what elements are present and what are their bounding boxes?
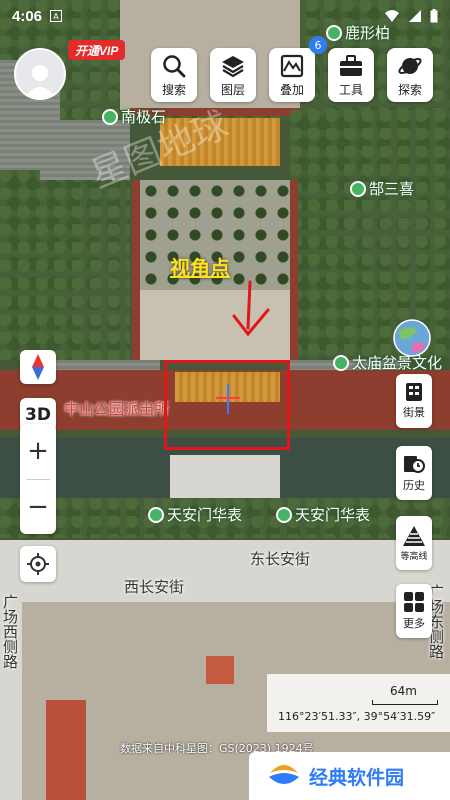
zoom-control: + − xyxy=(20,424,56,534)
tools-label: 工具 xyxy=(338,82,363,97)
zoom-in-button[interactable]: + xyxy=(20,424,56,479)
viewpoint-annotation: 视角点 xyxy=(170,256,230,280)
layers-icon xyxy=(222,55,244,77)
poi-huabiao-east[interactable]: 天安门华表 xyxy=(276,504,370,525)
history-label: 历史 xyxy=(403,479,425,492)
globe-icon[interactable] xyxy=(392,318,432,358)
zoom-out-button[interactable]: − xyxy=(20,480,56,535)
poi-label: 天安门华表 xyxy=(167,506,243,524)
road-label-square-west: 广场西侧路 xyxy=(1,594,19,669)
status-time: 4:06 xyxy=(12,7,43,25)
layers-button[interactable]: 图层 xyxy=(210,48,256,102)
overlay-button[interactable]: 6 叠加 xyxy=(269,36,327,102)
notification-icon: A xyxy=(50,10,63,22)
brand-name: 经典软件园 xyxy=(309,766,405,789)
scale-bar xyxy=(372,700,438,705)
poi-gaosanxi[interactable]: 郜三喜 xyxy=(350,178,414,199)
contour-button[interactable]: 等高线 xyxy=(396,516,432,570)
brand-logo-icon xyxy=(269,765,299,784)
contour-label: 等高线 xyxy=(400,551,428,562)
street-view-button[interactable]: 街景 xyxy=(396,374,432,428)
street-view-icon xyxy=(406,383,422,401)
poi-label: 南极石 xyxy=(121,108,167,126)
locate-icon xyxy=(27,553,49,575)
battery-icon xyxy=(430,9,438,23)
brand-watermark: 经典软件园 xyxy=(249,752,450,800)
planet-icon xyxy=(398,57,422,74)
overlay-label: 叠加 xyxy=(279,82,304,97)
tools-button[interactable]: 工具 xyxy=(328,48,374,102)
search-label: 搜索 xyxy=(161,82,186,97)
grid-more-icon xyxy=(404,592,424,612)
toolbox-icon xyxy=(340,54,362,76)
status-bar: 4:06 A xyxy=(0,0,450,32)
poi-pin-icon xyxy=(276,506,292,523)
contour-icon xyxy=(403,525,425,546)
more-label: 更多 xyxy=(403,617,425,630)
overlay-icon xyxy=(280,54,304,77)
poi-nanjishi[interactable]: 南极石 xyxy=(102,106,166,127)
poi-label: 天安门华表 xyxy=(295,506,371,524)
top-toolbar: 搜索 图层 6 叠加 工具 探索 xyxy=(151,36,433,102)
search-icon xyxy=(163,54,186,77)
police-station-label[interactable]: 中山公园派出所 xyxy=(64,398,169,419)
road-label-west: 西长安街 xyxy=(124,578,185,596)
annotation-arrow-icon xyxy=(232,280,270,337)
poi-label: 郜三喜 xyxy=(369,180,415,198)
street-view-label: 街景 xyxy=(403,406,425,419)
overlay-count-badge: 6 xyxy=(309,36,327,54)
coordinates-readout: 116°23′51.33″, 39°54′31.59″ xyxy=(278,710,436,723)
poi-pin-icon xyxy=(102,108,118,125)
layers-label: 图层 xyxy=(220,82,245,97)
explore-button[interactable]: 探索 xyxy=(387,48,433,102)
compass-button[interactable] xyxy=(20,350,56,384)
poi-pin-icon xyxy=(333,354,349,371)
poi-huabiao-west[interactable]: 天安门华表 xyxy=(148,504,242,525)
history-button[interactable]: 历史 xyxy=(396,446,432,500)
scale-distance: 64m xyxy=(390,684,417,698)
viewpoint-marker-icon xyxy=(216,384,240,414)
explore-label: 探索 xyxy=(397,82,422,97)
poi-pin-icon xyxy=(148,506,164,523)
signal-icon xyxy=(409,10,421,22)
poi-pin-icon xyxy=(350,180,366,197)
compass-icon xyxy=(32,354,44,380)
vip-button[interactable]: 开通VIP xyxy=(68,40,126,60)
user-avatar[interactable] xyxy=(14,48,66,100)
user-icon xyxy=(24,65,56,98)
locate-button[interactable] xyxy=(20,546,56,582)
search-button[interactable]: 搜索 xyxy=(151,48,197,102)
wifi-icon xyxy=(385,10,399,22)
road-label-east: 东长安街 xyxy=(250,550,311,568)
history-icon xyxy=(404,456,425,473)
more-button[interactable]: 更多 xyxy=(396,584,432,638)
